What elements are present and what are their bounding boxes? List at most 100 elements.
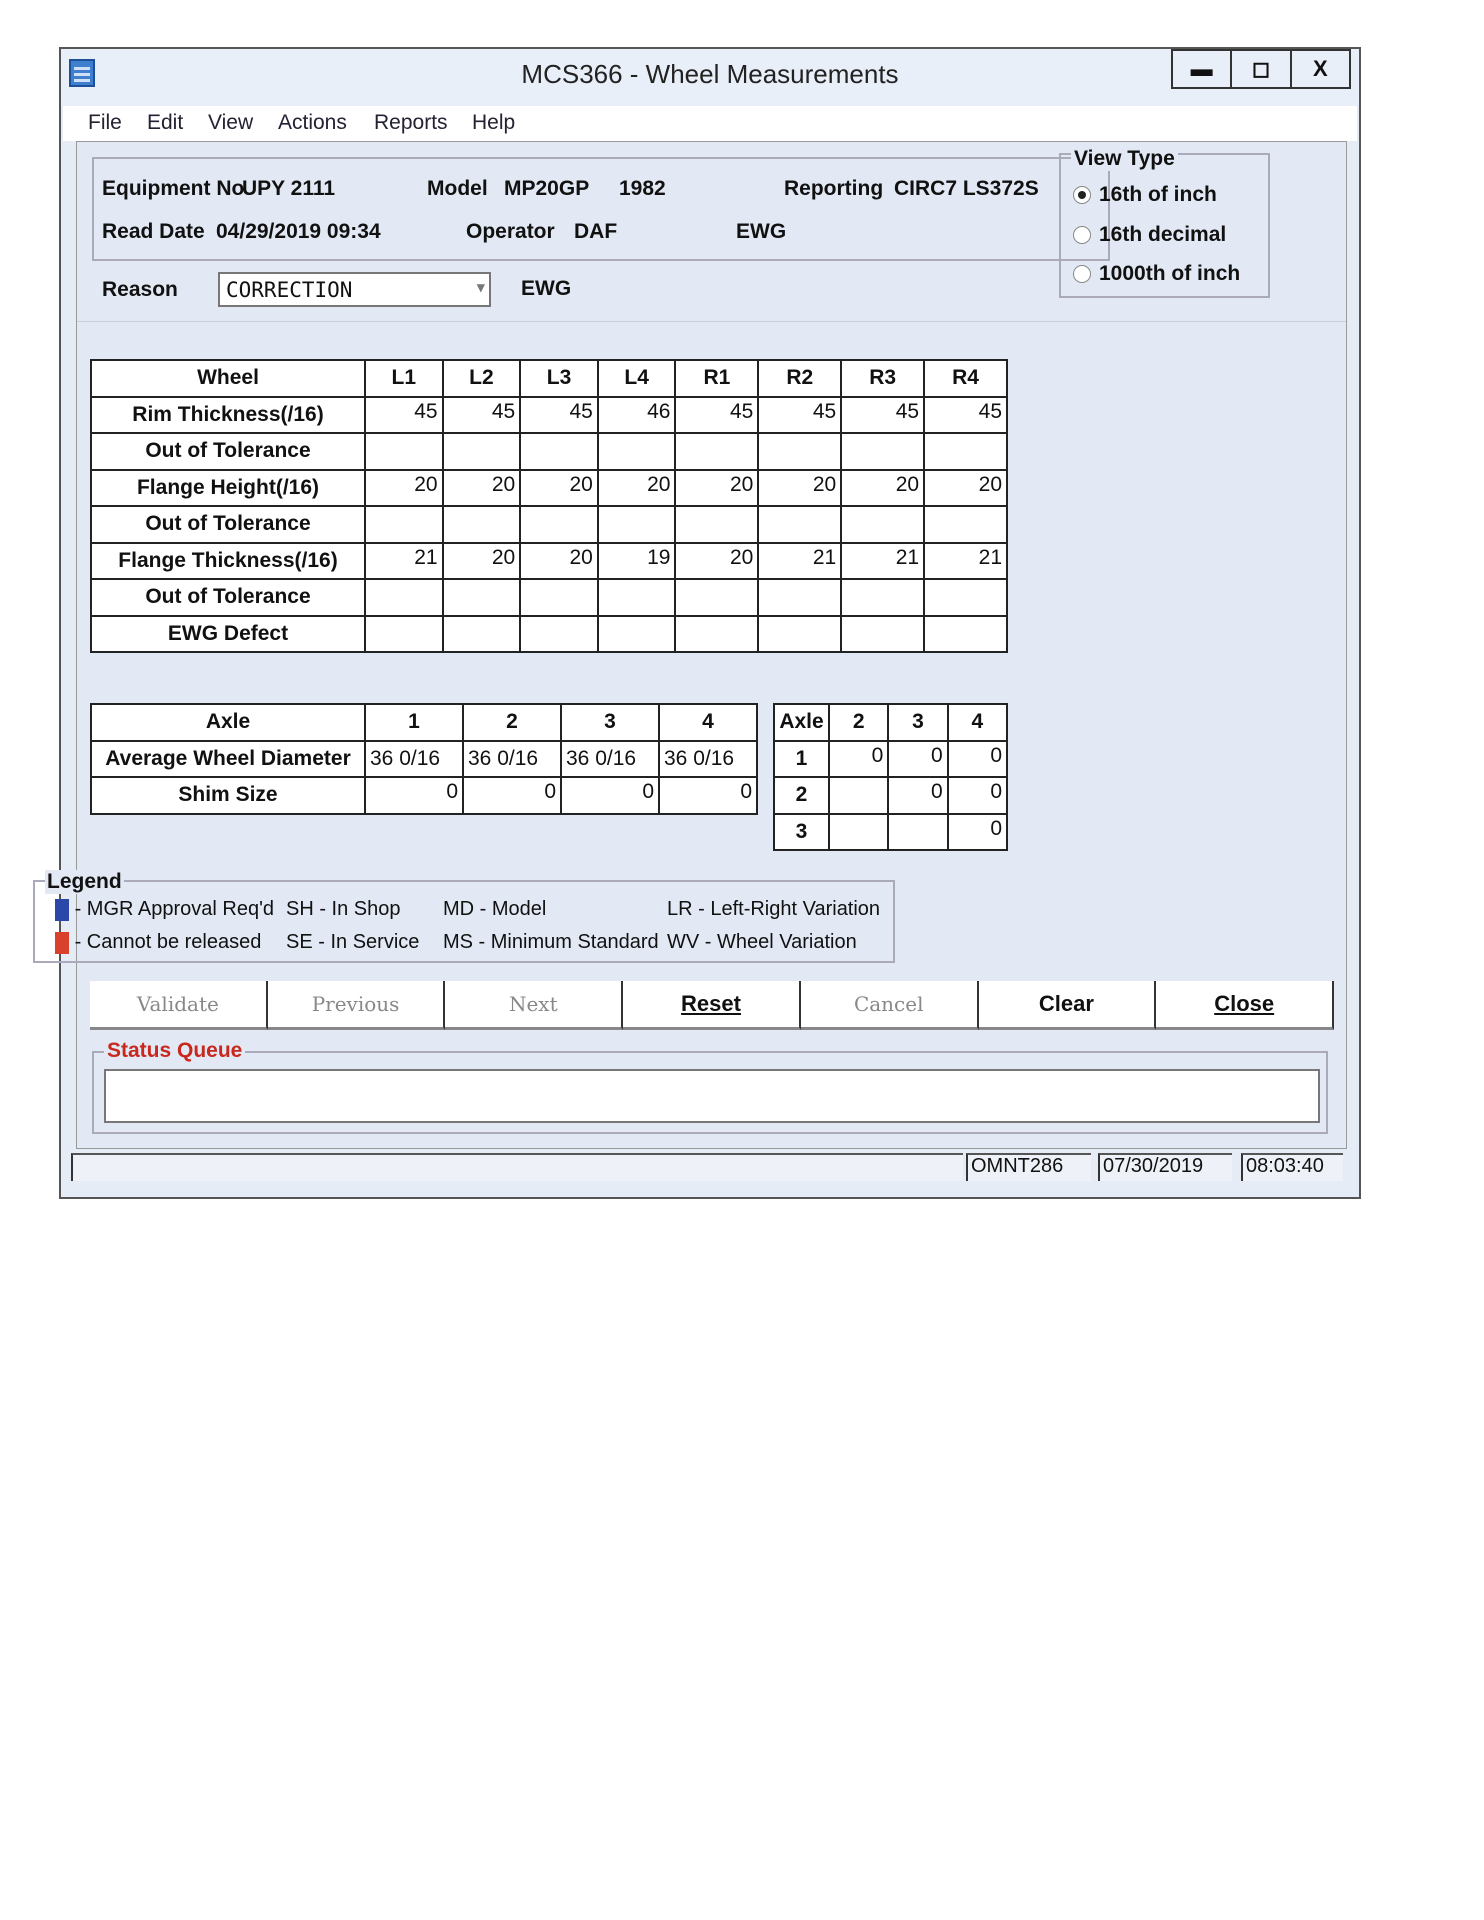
value-cell[interactable] [364,578,444,617]
value-cell[interactable] [596,614,677,653]
table-row: Out of Tolerance [90,432,1008,471]
radio-16th-of-inch[interactable]: 16th of inch [1073,183,1217,207]
validate-button[interactable]: Validate [90,981,268,1030]
menu-edit[interactable]: Edit [147,111,183,135]
value-cell[interactable]: 20 [364,468,444,507]
value-cell[interactable]: 0 [560,776,660,815]
value-cell[interactable]: 0 [462,776,562,815]
value-cell[interactable]: 45 [923,395,1008,434]
value-cell[interactable]: 0 [887,739,949,778]
value-cell[interactable] [441,614,522,653]
value-cell[interactable]: 21 [364,541,444,580]
value-cell[interactable] [923,505,1008,544]
value-cell[interactable] [674,432,760,471]
value-cell[interactable] [364,505,444,544]
value-cell[interactable] [840,614,926,653]
menu-file[interactable]: File [88,111,122,135]
value-cell[interactable] [364,614,444,653]
value-cell[interactable] [364,432,444,471]
value-cell[interactable] [757,505,843,544]
value-cell[interactable] [923,432,1008,471]
next-button[interactable]: Next [445,981,624,1030]
value-cell[interactable]: 46 [596,395,677,434]
chevron-down-icon[interactable]: ▼ [477,280,485,296]
value-cell[interactable]: 45 [441,395,522,434]
value-cell[interactable]: 20 [596,468,677,507]
value-cell[interactable]: 20 [519,541,599,580]
menu-help[interactable]: Help [472,111,515,135]
value-cell[interactable] [887,812,949,851]
value-cell[interactable] [519,578,599,617]
value-cell[interactable] [923,578,1008,617]
axle-diameter-table: Axle 1 2 3 4 Average Wheel Diameter 36 0/16 36 … [90,703,758,815]
value-cell[interactable] [757,614,843,653]
radio-16th-decimal[interactable]: 16th decimal [1073,223,1226,247]
value-cell[interactable]: 36 0/16 [462,739,562,778]
value-cell[interactable] [596,432,677,471]
value-cell[interactable]: 45 [674,395,760,434]
value-cell[interactable]: 21 [840,541,926,580]
value-cell[interactable] [827,812,890,851]
value-cell[interactable]: 20 [840,468,926,507]
value-cell[interactable]: 19 [596,541,677,580]
menu-view[interactable]: View [208,111,253,135]
value-cell[interactable]: 0 [946,739,1009,778]
menu-actions[interactable]: Actions [278,111,347,135]
reset-button[interactable]: Reset [623,981,801,1030]
value-cell[interactable]: 20 [674,541,760,580]
value-cell[interactable]: 20 [923,468,1008,507]
title-bar[interactable]: MCS366 - Wheel Measurements ▬ ◻ X [61,49,1359,106]
value-cell[interactable]: 21 [757,541,843,580]
value-cell[interactable] [674,505,760,544]
value-cell[interactable]: 45 [757,395,843,434]
minimize-button[interactable]: ▬ [1173,51,1230,87]
value-cell[interactable] [757,578,843,617]
value-cell[interactable]: 0 [946,776,1009,815]
value-cell[interactable]: 0 [946,812,1009,851]
status-queue-textbox[interactable] [104,1069,1320,1123]
value-cell[interactable] [441,505,522,544]
value-cell[interactable]: 0 [364,776,464,815]
value-cell[interactable]: 45 [364,395,444,434]
column-header: 2 [462,703,562,742]
value-cell[interactable] [840,432,926,471]
close-button[interactable]: Close [1156,981,1335,1030]
value-cell[interactable]: 45 [519,395,599,434]
value-cell[interactable]: 0 [887,776,949,815]
value-cell[interactable]: 20 [674,468,760,507]
radio-1000th-of-inch[interactable]: 1000th of inch [1073,262,1240,286]
value-cell[interactable] [674,578,760,617]
value-cell[interactable]: 36 0/16 [364,739,464,778]
value-cell[interactable]: 36 0/16 [658,739,758,778]
value-cell[interactable] [840,578,926,617]
value-cell[interactable]: 0 [827,739,890,778]
clear-button[interactable]: Clear [978,981,1157,1030]
value-cell[interactable]: 20 [519,468,599,507]
value-cell[interactable] [840,505,926,544]
value-cell[interactable]: 20 [757,468,843,507]
value-cell[interactable]: 36 0/16 [560,739,660,778]
value-cell[interactable]: 0 [658,776,758,815]
value-cell[interactable] [923,614,1008,653]
value-cell[interactable]: 21 [923,541,1008,580]
value-cell[interactable]: 20 [441,468,522,507]
value-cell[interactable] [596,505,677,544]
menu-reports[interactable]: Reports [374,111,448,135]
value-cell[interactable] [441,432,522,471]
value-cell[interactable] [827,776,890,815]
column-header: Axle [90,703,366,742]
value-cell[interactable] [519,614,599,653]
reason-dropdown[interactable]: CORRECTION ▼ [218,272,491,307]
close-window-button[interactable]: X [1289,51,1349,87]
value-cell[interactable] [519,432,599,471]
previous-button[interactable]: Previous [267,981,446,1030]
value-cell[interactable] [757,432,843,471]
maximize-button[interactable]: ◻ [1230,51,1289,87]
value-cell[interactable]: 45 [840,395,926,434]
value-cell[interactable] [519,505,599,544]
value-cell[interactable]: 20 [441,541,522,580]
cancel-button[interactable]: Cancel [800,981,979,1030]
value-cell[interactable] [596,578,677,617]
value-cell[interactable] [674,614,760,653]
value-cell[interactable] [441,578,522,617]
